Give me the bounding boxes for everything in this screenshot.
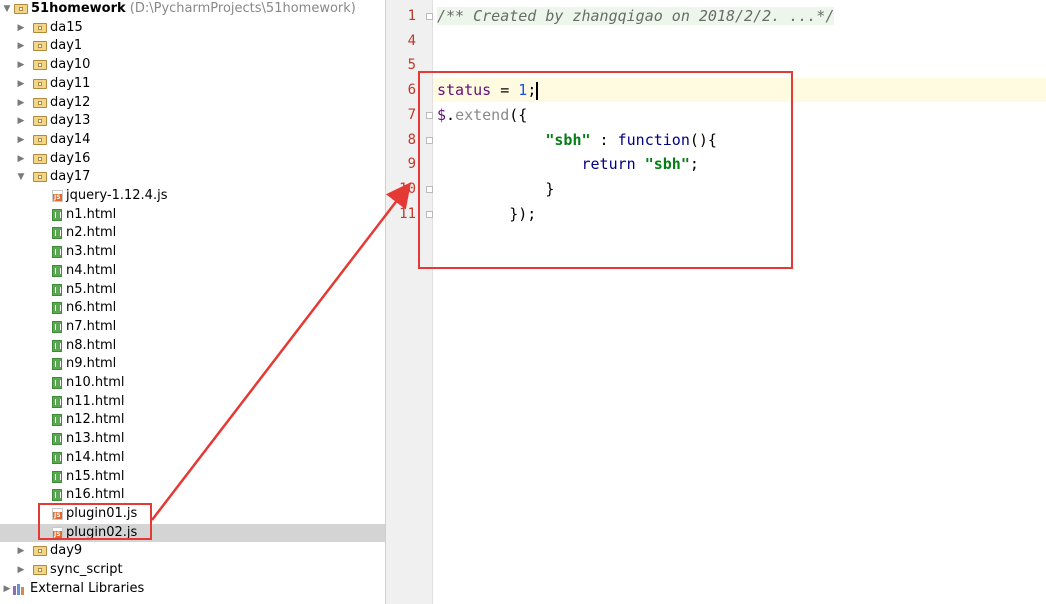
annotation-arrow — [151, 182, 412, 521]
